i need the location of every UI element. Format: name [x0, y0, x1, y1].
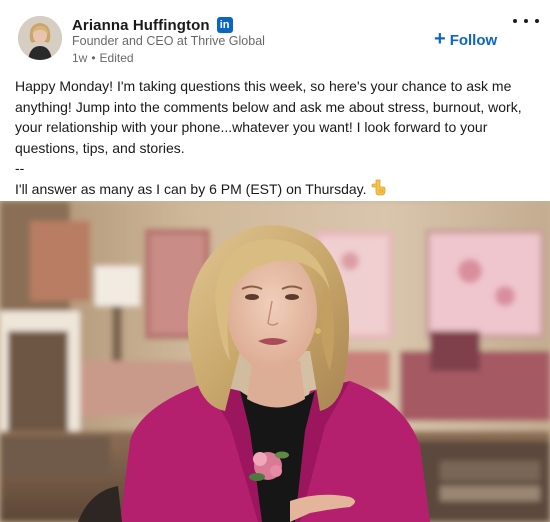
plus-icon: + — [434, 28, 446, 50]
post-paragraph: Happy Monday! I'm taking questions this … — [15, 78, 522, 156]
ellipsis-dot — [535, 19, 539, 23]
video-thumbnail[interactable] — [0, 201, 550, 522]
post-body: Happy Monday! I'm taking questions this … — [15, 76, 537, 201]
post-paragraph: I'll answer as many as I can by 6 PM (ES… — [15, 179, 537, 202]
meta-separator: • — [91, 51, 96, 65]
author-name-row: Arianna Huffington in — [72, 15, 233, 35]
post-meta: 1w • Edited — [72, 51, 134, 65]
author-name[interactable]: Arianna Huffington — [72, 17, 210, 34]
linkedin-influencer-icon: in — [216, 17, 233, 33]
edited-label: Edited — [99, 51, 134, 65]
pointing-down-hand-icon — [371, 179, 387, 202]
follow-button[interactable]: + Follow — [434, 29, 497, 51]
follow-label: Follow — [449, 31, 498, 49]
ellipsis-dot — [524, 19, 528, 23]
post-divider: -- — [15, 160, 25, 176]
post-paragraph-text: I'll answer as many as I can by 6 PM (ES… — [15, 180, 367, 197]
avatar-image — [18, 16, 62, 60]
feed-post: Arianna Huffington in Founder and CEO at… — [0, 0, 550, 522]
author-headline: Founder and CEO at Thrive Global — [72, 34, 265, 48]
video-still-image — [0, 201, 550, 522]
post-time: 1w — [72, 51, 88, 65]
post-header: Arianna Huffington in Founder and CEO at… — [0, 0, 550, 70]
ellipsis-dot — [513, 19, 517, 23]
author-avatar[interactable] — [18, 16, 62, 60]
more-options-icon[interactable] — [513, 14, 539, 28]
